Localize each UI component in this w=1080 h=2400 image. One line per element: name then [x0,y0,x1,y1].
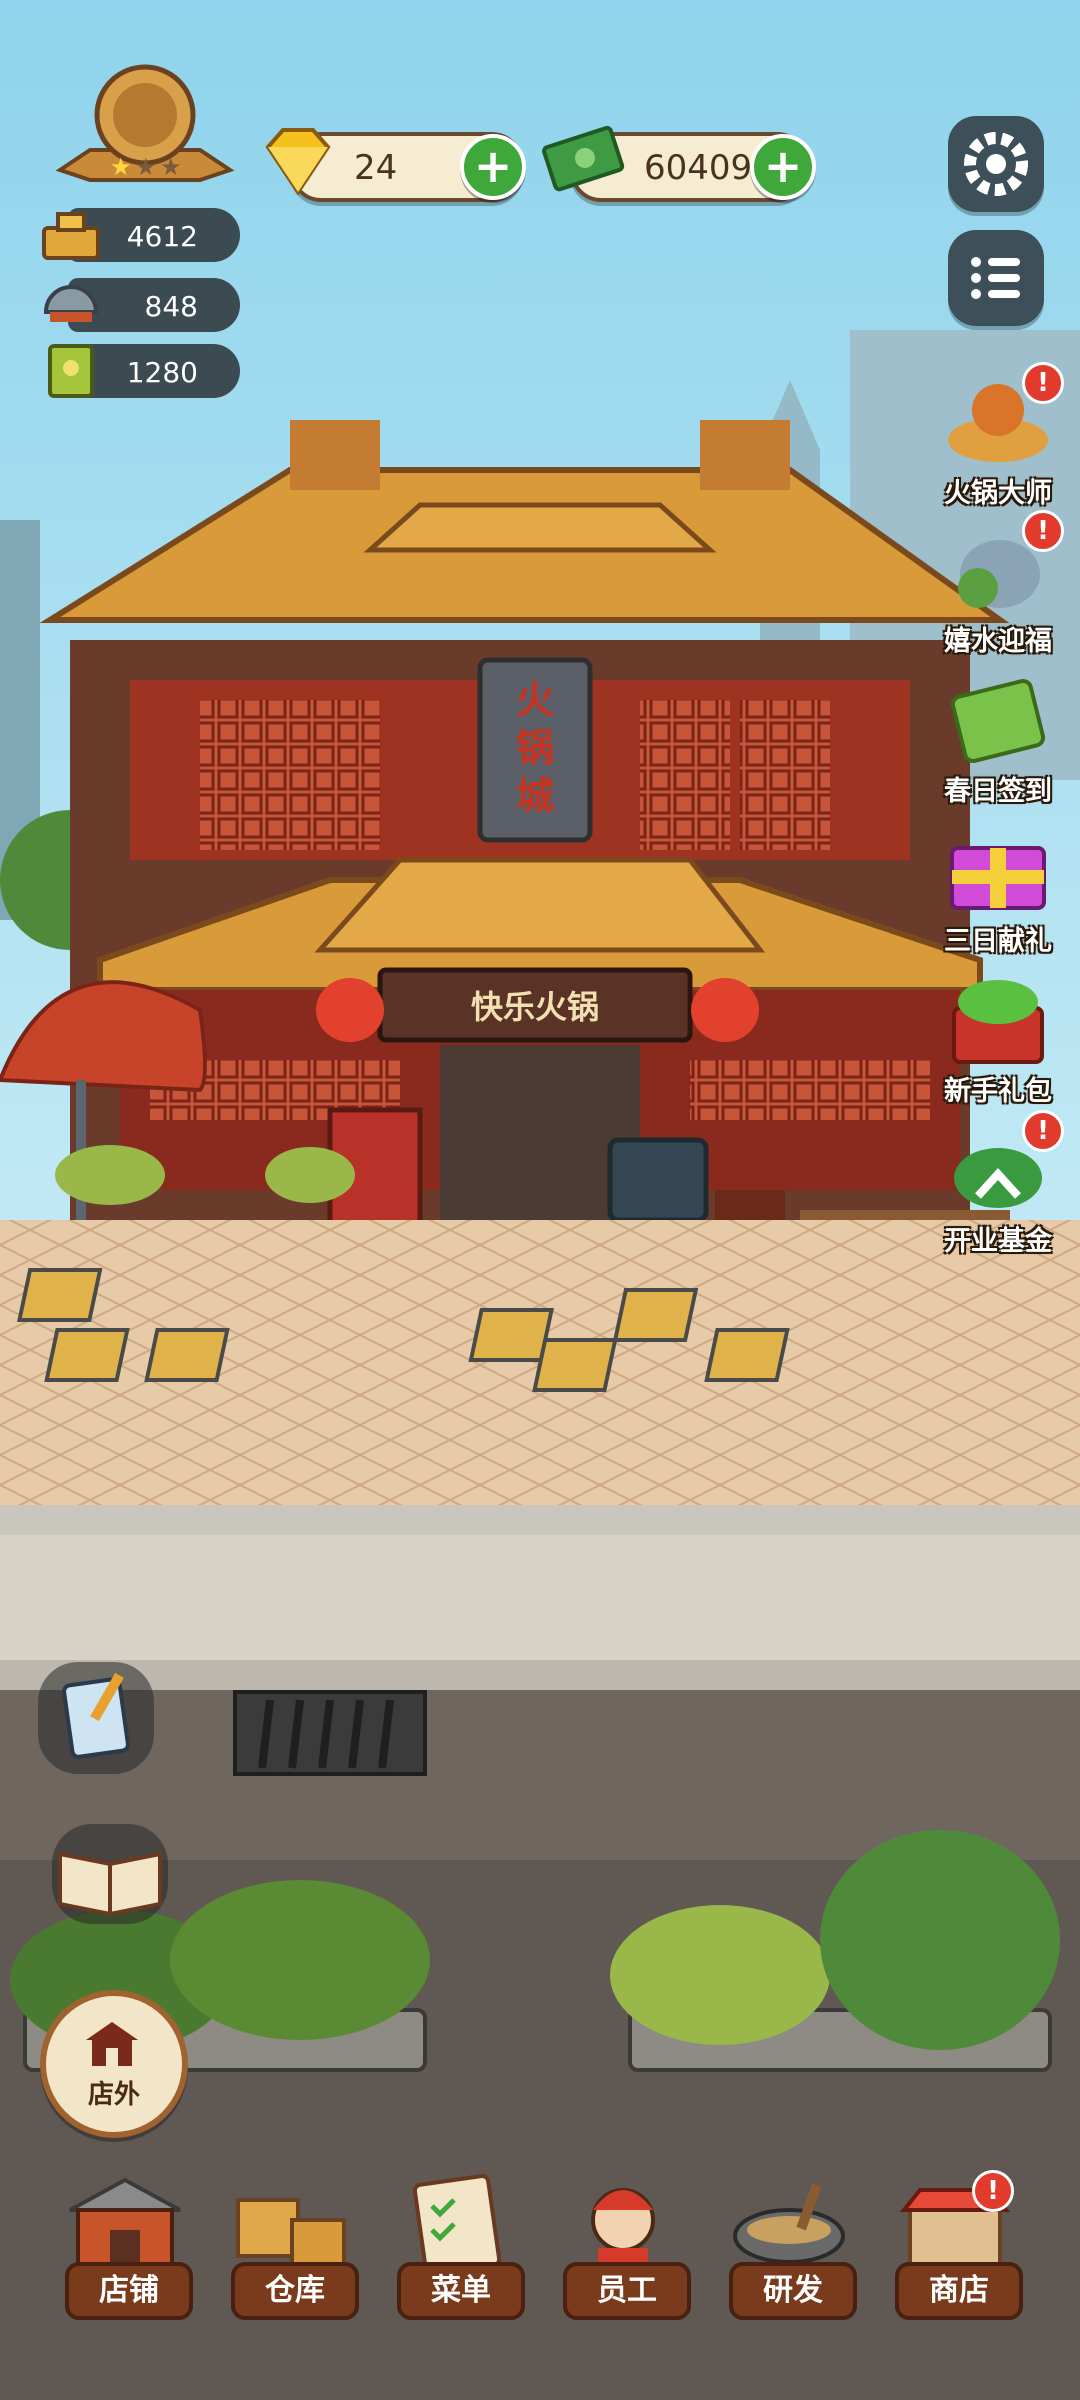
cash-icon [540,118,630,198]
cloche-icon [43,285,99,322]
notification-badge: ! [1022,362,1064,404]
hotpot-count: 4612 [126,220,198,253]
notepad-icon [62,1672,130,1759]
settings-button[interactable] [948,116,1044,212]
nav-label: 仓库 [231,2262,359,2320]
list-icon [971,257,1020,299]
outside-view-label: 店外 [87,2080,140,2110]
svg-text:★: ★ [160,153,182,181]
side-item-water-blessing[interactable]: ! 嬉水迎福 [938,510,1064,658]
open-book-icon [58,1851,162,1917]
side-item-label: 三日献礼 [944,926,1052,957]
gift-icon [950,846,1046,910]
nav-label: 菜单 [397,2262,525,2320]
svg-text:★: ★ [110,153,132,181]
side-item-label: 火锅大师 [944,478,1052,509]
gem-icon [258,122,336,200]
add-cash-button[interactable]: + [750,134,816,200]
dish-stat: 848 [43,278,240,332]
nav-label: 研发 [729,2262,857,2320]
nav-label: 商店 [895,2262,1023,2320]
nav-staff[interactable]: 员工 [558,2170,691,2320]
recipe-book-button[interactable] [52,1824,168,1924]
notification-badge: ! [972,2170,1014,2212]
recipe-stat: 1280 [48,344,240,398]
calendar-icon [950,679,1046,763]
nav-label: 员工 [563,2262,691,2320]
hotpot-stat: 4612 [42,208,240,262]
notification-badge: ! [1022,510,1064,552]
gear-icon [964,132,1028,196]
side-item-three-day-gift[interactable]: 三日献礼 [938,818,1058,958]
side-item-label: 嬉水迎福 [944,626,1052,657]
store-icon [86,2022,138,2066]
nav-label: 店铺 [65,2262,193,2320]
storefront-sign: 快乐火锅 [470,988,599,1026]
nav-research[interactable]: 研发 [724,2170,857,2320]
side-item-spring-checkin[interactable]: 春日签到 [938,668,1058,808]
gems-count: 24 [354,148,398,188]
nav-shop[interactable]: ! 商店 [890,2170,1023,2320]
dish-count: 848 [144,290,198,323]
restaurant-level-badge[interactable]: ★ ★ ★ [50,60,240,190]
trophy-icon: ★ ★ ★ [55,64,235,182]
notepad-button[interactable] [38,1662,154,1774]
hotpot-icon [42,212,100,260]
recipe-book-icon [48,344,94,398]
recipe-count: 1280 [126,356,198,389]
notification-badge: ! [1022,1110,1064,1152]
task-list-button[interactable] [948,230,1044,326]
side-item-hotpot-master[interactable]: ! 火锅大师 [938,362,1064,510]
building-plaque: 火锅城 [515,678,554,818]
side-item-label: 春日签到 [944,776,1052,807]
nav-menu[interactable]: 菜单 [392,2170,525,2320]
treasure-icon [952,980,1044,1064]
nav-store[interactable]: 店铺 [60,2170,193,2320]
side-item-label: 新手礼包 [944,1076,1052,1107]
side-item-opening-fund[interactable]: ! 开业基金 [938,1110,1064,1258]
svg-text:★: ★ [135,153,157,181]
side-item-label: 开业基金 [944,1226,1052,1257]
side-item-starter-pack[interactable]: 新手礼包 [938,968,1058,1108]
nav-warehouse[interactable]: 仓库 [226,2170,359,2320]
add-gems-button[interactable]: + [460,134,526,200]
outside-view-button[interactable]: 店外 [40,1990,188,2138]
